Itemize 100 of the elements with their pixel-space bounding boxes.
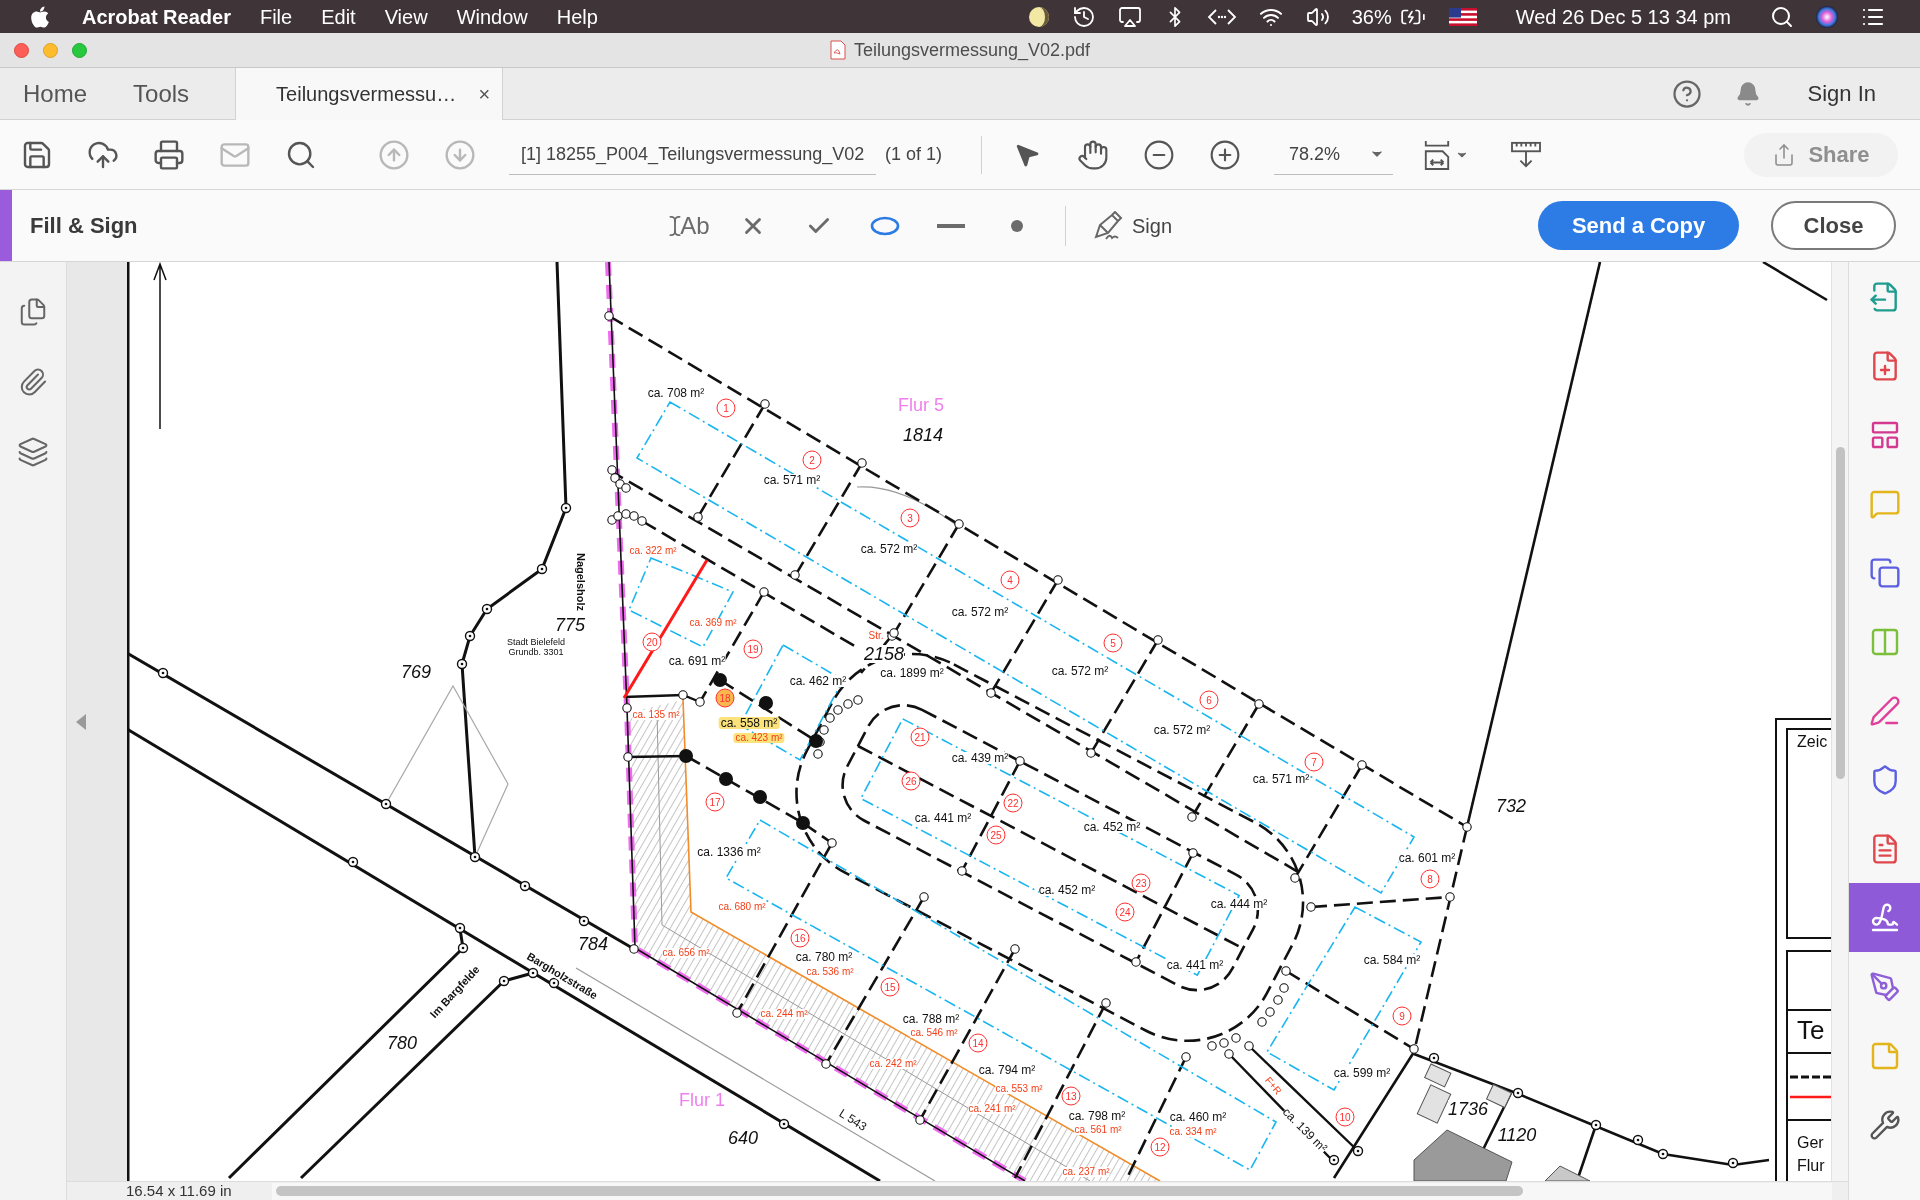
menu-item[interactable]: File <box>259 1 293 32</box>
panel-title: Fill & Sign <box>30 213 138 238</box>
paperclip-icon <box>18 366 48 398</box>
area-label: ca. 708 m² <box>647 387 705 399</box>
vertical-scrollbar[interactable] <box>1831 262 1848 1181</box>
area-label: ca. 1899 m² <box>880 667 944 679</box>
sub-area-label: ca. 656 m² <box>662 948 710 958</box>
ruler-icon <box>1510 140 1543 169</box>
parcel-number: 732 <box>1496 797 1526 815</box>
plot-number: 19 <box>743 639 763 659</box>
close-tab-button[interactable]: × <box>478 84 491 104</box>
zoom-dropdown[interactable]: 78.2% <box>1274 134 1394 175</box>
sub-area-label: ca. 334 m² <box>1169 1127 1217 1137</box>
legend-text: Ger <box>1797 1135 1824 1151</box>
printer-icon <box>153 138 185 171</box>
zoom-out-icon <box>1143 138 1176 171</box>
area-label: ca. 571 m² <box>1252 773 1310 785</box>
screen-cast-icon[interactable] <box>1116 4 1143 29</box>
send-copy-button[interactable]: Send a Copy <box>1538 201 1739 250</box>
plot-number: 14 <box>968 1033 988 1053</box>
menu-item[interactable]: Edit <box>321 1 356 32</box>
document-tab[interactable]: Teilungsvermessu… × <box>235 68 504 120</box>
plot-number: 7 <box>1304 752 1324 772</box>
parcel-number: 1120 <box>1497 1126 1537 1144</box>
sub-area-label: ca. 680 m² <box>718 902 766 912</box>
sub-area-label: ca. 553 m² <box>995 1084 1043 1094</box>
plot-number: 12 <box>1150 1137 1170 1157</box>
plot-number: 1 <box>716 398 736 418</box>
plot-number: 10 <box>1335 1107 1355 1127</box>
history-clock-icon[interactable] <box>1071 4 1096 29</box>
scrollbar-thumb[interactable] <box>275 1186 1523 1196</box>
plot-number: 4 <box>1000 570 1020 590</box>
area-label: ca. 452 m² <box>1083 821 1141 833</box>
parcel-number: 1736 <box>1448 1100 1488 1118</box>
pages-icon <box>18 296 48 328</box>
pen-nib-icon <box>1868 970 1901 1003</box>
area-label: ca. 452 m² <box>1038 884 1096 896</box>
moon-icon[interactable] <box>1026 4 1051 29</box>
scrollbar-thumb[interactable] <box>1835 447 1845 779</box>
close-button[interactable]: Close <box>1771 201 1896 250</box>
parcel-number: 640 <box>728 1129 758 1147</box>
area-label: ca. 584 m² <box>1363 954 1421 966</box>
battery-percentage[interactable]: 36% <box>1351 1 1392 32</box>
area-label: ca. 691 m² <box>668 655 726 667</box>
plot-number: 25 <box>986 825 1006 845</box>
plot-number: 5 <box>1103 633 1123 653</box>
sub-area-label: ca. 244 m² <box>760 1009 808 1019</box>
area-label: ca. 572 m² <box>1153 724 1211 736</box>
note-text: Stadt Bielefeld <box>507 637 565 647</box>
layers-icon <box>17 436 49 468</box>
ellipse-icon <box>870 215 900 236</box>
nav-tab[interactable]: Tools <box>110 68 236 119</box>
close-window-button[interactable] <box>14 42 29 58</box>
note-text: Grundb. 3301 <box>508 647 564 657</box>
dot-icon <box>1011 219 1023 232</box>
sign-in-button[interactable]: Sign In <box>1807 77 1876 110</box>
legend-text: Flur <box>1797 1158 1825 1174</box>
area-label: ca. 572 m² <box>1051 665 1109 677</box>
horizontal-scrollbar[interactable] <box>271 1182 1832 1200</box>
zoom-in-icon <box>1209 138 1242 171</box>
sub-area-label: ca. 546 m² <box>910 1028 958 1038</box>
parcel-number: 775 <box>555 616 585 634</box>
app-menu[interactable]: Acrobat Reader <box>82 1 231 32</box>
sub-area-label: ca. 241 m² <box>968 1104 1016 1114</box>
menu-item[interactable]: Window <box>456 1 528 32</box>
area-label: ca. 571 m² <box>763 474 821 486</box>
menu-item[interactable]: View <box>384 1 428 32</box>
flag-icon[interactable] <box>1448 7 1477 26</box>
district-label: Flur 5 <box>898 396 944 414</box>
help-icon <box>1671 78 1702 109</box>
plot-number: 21 <box>910 727 930 747</box>
gradient-orb-icon[interactable] <box>1815 4 1839 29</box>
plot-number: 6 <box>1199 690 1219 710</box>
parcel-number: 784 <box>578 935 608 953</box>
parcel-number: 769 <box>401 663 431 681</box>
sub-area-label: ca. 135 m² <box>632 710 680 720</box>
code-arrows-icon[interactable] <box>1206 6 1237 27</box>
triangle-left-icon <box>76 713 86 730</box>
plot-number: 9 <box>1392 1006 1412 1026</box>
page-field[interactable]: [1] 18255_P004_Teilungsvermessung_V02 <box>509 134 876 175</box>
street-name: Nagelsholz <box>574 552 586 612</box>
sign-button[interactable]: Sign <box>1092 203 1173 248</box>
area-label: ca. 462 m² <box>789 675 847 687</box>
plot-number: 15 <box>880 977 900 997</box>
menu-item[interactable]: Help <box>556 1 598 32</box>
area-label: ca. 439 m² <box>951 752 1009 764</box>
page-count: (1 of 1) <box>885 143 943 166</box>
clock-text[interactable]: Wed 26 Dec 5 13 34 pm <box>1515 1 1731 32</box>
nav-tab[interactable]: Home <box>0 68 111 119</box>
search-icon[interactable] <box>1770 4 1794 29</box>
panel-accent-bar <box>0 190 12 261</box>
area-label: ca. 572 m² <box>951 606 1009 618</box>
add-text-tool[interactable]: Ab <box>654 203 720 248</box>
fill-sign-tool-button[interactable] <box>1849 883 1920 952</box>
area-label: ca. 558 m² <box>718 717 780 729</box>
sub-area-label: ca. 423 m² <box>733 733 785 743</box>
area-label: ca. 798 m² <box>1068 1110 1126 1122</box>
district-label: Flur 1 <box>679 1091 725 1109</box>
apple-icon[interactable] <box>29 4 51 29</box>
sub-area-label: ca. 369 m² <box>689 618 737 628</box>
